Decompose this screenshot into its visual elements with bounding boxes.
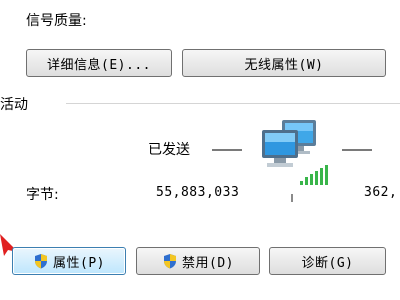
signal-quality-label: 信号质量: [26,13,87,29]
sent-bytes-value: 55,883,033 [156,185,240,200]
activity-divider [66,103,400,104]
details-button-label: 详细信息(E)... [47,57,151,73]
diagnose-button-label: 诊断(G) [301,255,354,271]
uac-shield-icon [33,253,49,269]
wireless-properties-button-label: 无线属性(W) [244,57,324,73]
received-bytes-value: 362, [364,185,398,200]
disable-button-label: 禁用(D) [182,255,234,271]
signal-bar-4 [315,171,318,185]
details-button[interactable]: 详细信息(E)... [26,49,172,77]
wireless-properties-button[interactable]: 无线属性(W) [182,49,386,77]
signal-bar-2 [305,177,308,185]
diagnose-button[interactable]: 诊断(G) [269,247,386,275]
disable-button[interactable]: 禁用(D) [136,247,260,275]
properties-button[interactable]: 属性(P) [12,247,126,275]
received-dash [342,149,372,151]
signal-strength-icon [300,163,334,185]
uac-shield-icon [162,253,178,269]
signal-stand [291,194,293,202]
signal-bar-3 [310,174,313,185]
properties-button-label: 属性(P) [53,255,105,271]
sent-dash [212,149,242,151]
activity-section-title: 活动 [0,97,28,113]
signal-bar-1 [300,181,303,185]
signal-bar-5 [320,168,323,185]
sent-label: 已发送 [148,142,190,158]
signal-bar-6 [325,165,328,185]
bytes-label: 字节: [26,187,59,203]
